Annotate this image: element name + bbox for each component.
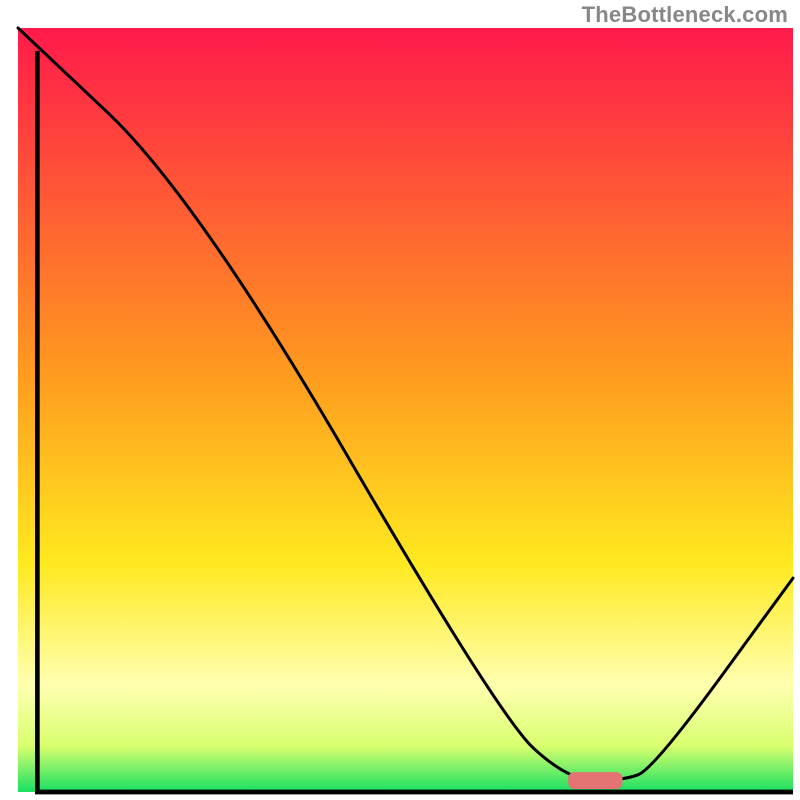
bottleneck-chart: [0, 0, 800, 800]
gradient-background: [18, 28, 793, 792]
optimal-range-marker: [568, 772, 622, 789]
watermark-text: TheBottleneck.com: [582, 2, 788, 28]
chart-container: TheBottleneck.com: [0, 0, 800, 800]
